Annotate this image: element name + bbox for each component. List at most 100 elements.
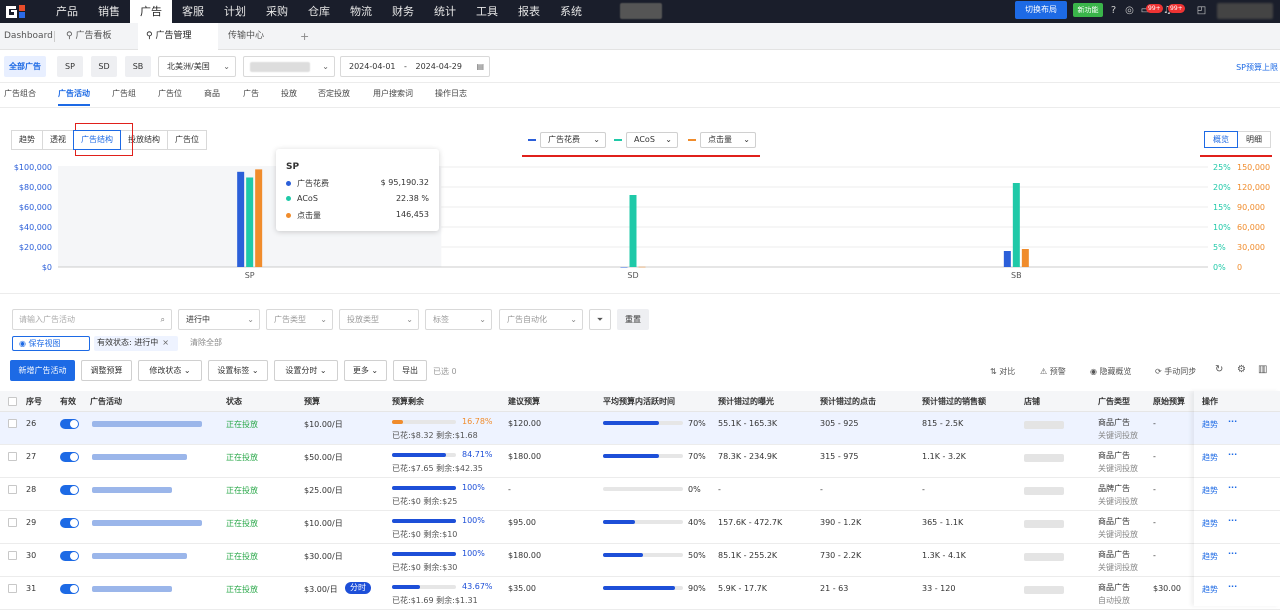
new-feature-button[interactable]: 新功能 [1073,3,1103,17]
menu-item[interactable]: 财务 [382,0,424,23]
export-button[interactable]: 导出 [393,360,427,381]
col-header[interactable]: 预计错过的点击 [820,391,876,412]
view-overview-toggle[interactable]: 概览 [1204,131,1238,148]
tab-transfer-center[interactable]: 传输中心 [228,23,264,50]
menu-item[interactable]: 计划 [214,0,256,23]
col-header[interactable]: 预算剩余 [392,391,424,412]
close-icon[interactable]: × [162,338,169,347]
alert-button[interactable]: ⚠ 预警 [1040,366,1066,377]
subtab-ad-group[interactable]: 广告组 [112,88,136,99]
campaign-name-link[interactable] [92,487,172,493]
campaign-name-link[interactable] [92,553,187,559]
menu-item[interactable]: 产品 [46,0,88,23]
subtab-placement[interactable]: 广告位 [158,88,182,99]
menu-item-active[interactable]: 广告 [130,0,172,23]
col-header[interactable]: 有效 [60,391,76,412]
set-dayparting-button[interactable]: 设置分时 ⌄ [274,360,338,381]
segment-pivot[interactable]: 透视 [42,130,74,150]
budget-value[interactable]: $25.00/日 [304,485,343,496]
gear-icon[interactable]: ⚙ [1237,364,1246,375]
enabled-toggle[interactable] [60,485,79,495]
store-select[interactable]: ⌄ [243,56,335,77]
enabled-toggle[interactable] [60,452,79,462]
subtab-portfolio[interactable]: 广告组合 [4,88,36,99]
segment-trend[interactable]: 趋势 [11,130,43,150]
col-header[interactable]: 序号 [26,391,42,412]
notification-icon[interactable]: ◰ [1196,5,1207,16]
reset-button[interactable]: 重置 [617,309,649,330]
col-header[interactable]: 状态 [226,391,242,412]
enabled-toggle[interactable] [60,551,79,561]
menu-item[interactable]: 销售 [88,0,130,23]
enabled-toggle[interactable] [60,518,79,528]
campaign-name-link[interactable] [92,421,202,427]
help-icon[interactable]: ? [1108,5,1119,16]
clear-all-link[interactable]: 清除全部 [190,336,222,351]
sp-budget-cap-link[interactable]: SP预算上限 [1236,62,1278,73]
adjust-budget-button[interactable]: 调整预算 [81,360,132,381]
col-header[interactable]: 原始预算 [1153,391,1185,412]
active-filter-chip[interactable]: 有效状态: 进行中 × [94,336,178,351]
enabled-toggle[interactable] [60,419,79,429]
targeting-type-select[interactable]: 投放类型 ⌄ [339,309,419,330]
change-status-button[interactable]: 修改状态 ⌄ [138,360,202,381]
col-header[interactable]: 建议预算 [508,391,540,412]
tags-select[interactable]: 标签 ⌄ [425,309,492,330]
view-detail-toggle[interactable]: 明细 [1237,131,1271,148]
legend-clicks-select[interactable]: 点击量 ⌄ [700,132,756,148]
message-icon[interactable]: ▭ 99+ [1140,4,1163,16]
tab-ad-management[interactable]: ⚲ 广告管理 [138,23,218,50]
menu-item[interactable]: 报表 [508,0,550,23]
col-header[interactable]: 预计错过的销售额 [922,391,986,412]
segment-ad-structure[interactable]: 广告结构 [73,130,121,150]
table-row[interactable]: 26 正在投放 $10.00/日 16.78% 已花:$8.32 剩余:$1.6… [0,412,1280,445]
legend-acos-select[interactable]: ACoS ⌄ [626,132,678,148]
subtab-operation-log[interactable]: 操作日志 [435,88,467,99]
subtab-targeting[interactable]: 投放 [281,88,297,99]
status-select[interactable]: 进行中 ⌄ [178,309,260,330]
enabled-toggle[interactable] [60,584,79,594]
menu-item[interactable]: 物流 [340,0,382,23]
filter-sd[interactable]: SD [91,56,117,77]
row-checkbox[interactable] [8,485,17,494]
row-checkbox[interactable] [8,452,17,461]
set-tags-button[interactable]: 设置标签 ⌄ [208,360,268,381]
tab-ad-board[interactable]: ⚲ 广告看板 [66,23,111,50]
campaign-name-link[interactable] [92,454,187,460]
legend-spend-select[interactable]: 广告花费 ⌄ [540,132,606,148]
compare-button[interactable]: ⇅ 对比 [990,366,1015,377]
row-checkbox[interactable] [8,518,17,527]
select-all-checkbox[interactable] [8,397,17,406]
ad-type-select[interactable]: 广告类型 ⌄ [266,309,333,330]
col-header[interactable]: 店铺 [1024,391,1040,412]
refresh-icon[interactable]: ↻ [1215,364,1223,375]
row-checkbox[interactable] [8,551,17,560]
menu-item[interactable]: 客服 [172,0,214,23]
save-view-button[interactable]: ◉ 保存视图 [12,336,90,351]
table-row[interactable]: 28 正在投放 $25.00/日 100% 已花:$0 剩余:$25 - 0% … [0,478,1280,511]
more-button[interactable]: 更多 ⌄ [344,360,387,381]
budget-value[interactable]: $10.00/日 [304,419,343,430]
bell-icon[interactable]: ♫ 99+ [1162,4,1185,16]
menu-item[interactable]: 统计 [424,0,466,23]
menu-item[interactable]: 采购 [256,0,298,23]
subtab-ad[interactable]: 广告 [243,88,259,99]
circle-icon[interactable]: ◎ [1124,5,1135,16]
menu-item[interactable]: 仓库 [298,0,340,23]
budget-value[interactable]: $3.00/日 [304,584,338,595]
subtab-negative-targeting[interactable]: 否定投放 [318,88,350,99]
user-avatar[interactable] [1217,3,1273,19]
table-row[interactable]: 31 正在投放 $3.00/日 43.67% 已花:$1.69 剩余:$1.31… [0,577,1280,610]
menu-item[interactable]: 系统 [550,0,592,23]
row-checkbox[interactable] [8,419,17,428]
region-select[interactable]: 北美洲/美国 ⌄ [158,56,236,77]
col-header[interactable]: 广告类型 [1098,391,1130,412]
menu-item[interactable]: 工具 [466,0,508,23]
automation-select[interactable]: 广告自动化 ⌄ [499,309,583,330]
filter-all-ads[interactable]: 全部广告 [4,56,46,77]
columns-icon[interactable]: ▥ [1258,364,1267,375]
table-row[interactable]: 27 正在投放 $50.00/日 84.71% 已花:$7.65 剩余:$42.… [0,445,1280,478]
campaign-name-link[interactable] [92,520,202,526]
manual-sync-button[interactable]: ⟳ 手动同步 [1155,366,1196,377]
row-checkbox[interactable] [8,584,17,593]
